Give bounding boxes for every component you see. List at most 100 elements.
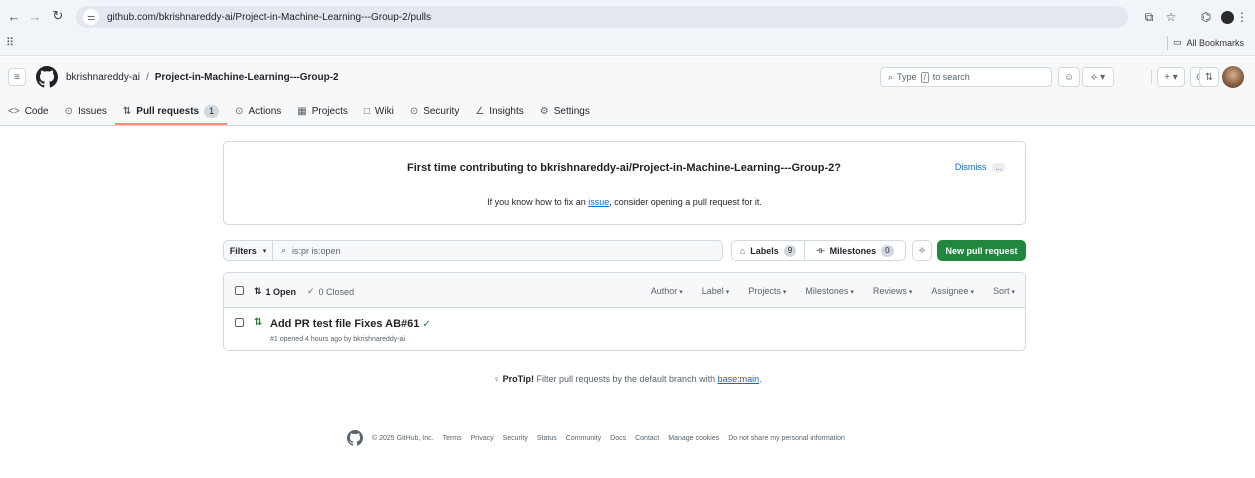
tab-actions-label: Actions: [248, 105, 282, 117]
chevron-down-icon: ▾: [782, 289, 787, 296]
pr-title-link[interactable]: Add PR test file Fixes AB#61 ✓: [270, 318, 431, 330]
menu-dots-icon[interactable]: ⋮: [1236, 8, 1248, 26]
search-suffix: to search: [932, 72, 970, 82]
footer-link-privacy[interactable]: Privacy: [471, 435, 494, 442]
footer-link-do-not-share[interactable]: Do not share my personal information: [728, 435, 845, 442]
search-prefix: Type: [897, 72, 917, 82]
tab-security[interactable]: ⊙ Security: [402, 97, 468, 125]
search-shortcut-key: /: [920, 71, 929, 83]
chevron-down-icon: ▾: [262, 247, 267, 255]
pull-requests-icon[interactable]: ⇅: [1199, 67, 1219, 87]
assignee-menu[interactable]: Assignee ▾: [931, 286, 974, 296]
copilot-dropdown-button[interactable]: ⟡ ▾: [1082, 67, 1114, 87]
light-bulb-icon: ♀: [493, 374, 501, 384]
protip-text: Filter pull requests by the default bran…: [536, 374, 716, 384]
sort-menu[interactable]: Sort ▾: [993, 286, 1015, 296]
copilot-icon[interactable]: ☺: [1058, 67, 1080, 87]
select-all-checkbox[interactable]: [235, 286, 244, 295]
github-logo-icon[interactable]: [347, 430, 363, 446]
repo-owner-link[interactable]: bkrishnareddy-ai: [66, 72, 140, 83]
protip-label: ProTip!: [502, 374, 534, 384]
site-settings-icon[interactable]: ⚌: [83, 9, 99, 25]
footer-link-docs[interactable]: Docs: [610, 435, 626, 442]
repo-name-link[interactable]: Project-in-Machine-Learning---Group-2: [155, 72, 339, 83]
footer-link-community[interactable]: Community: [566, 435, 601, 442]
footer-link-manage-cookies[interactable]: Manage cookies: [668, 435, 719, 442]
play-icon: ⊙: [235, 105, 244, 117]
open-count-label: 1 Open: [265, 286, 297, 297]
new-pull-request-button[interactable]: New pull request: [937, 240, 1026, 261]
tab-projects[interactable]: ▦ Projects: [289, 97, 356, 125]
create-new-button[interactable]: + ▾: [1157, 67, 1185, 87]
closed-filter-link[interactable]: ✓ 0 Closed: [307, 286, 354, 297]
tab-insights-label: Insights: [489, 105, 524, 117]
back-arrow-icon[interactable]: ←: [5, 7, 23, 25]
all-bookmarks-label: All Bookmarks: [1186, 37, 1244, 48]
closed-count-label: 0 Closed: [318, 286, 355, 297]
sort-menus: Author ▾ Label ▾ Projects ▾ Milestones ▾ Rev…: [651, 286, 1015, 296]
address-bar[interactable]: ⚌ github.com/bkrishnareddy-ai/Project-in…: [76, 6, 1128, 28]
install-app-icon[interactable]: ⧉: [1141, 8, 1157, 26]
profile-icon[interactable]: [1219, 8, 1235, 26]
labels-button[interactable]: ⌂ Labels 9: [731, 240, 805, 261]
label-menu[interactable]: Label ▾: [702, 286, 730, 296]
filter-query: is:pr is:open: [292, 245, 341, 256]
kebab-icon: ...: [992, 162, 1005, 172]
search-icon: ⌕: [281, 245, 287, 255]
graph-icon: ∠: [475, 105, 485, 117]
copilot-icon[interactable]: ⟡: [912, 240, 932, 261]
tab-pull-requests[interactable]: ⇅ Pull requests 1: [114, 97, 228, 125]
tab-issues[interactable]: ⊙ Issues: [57, 97, 115, 125]
tab-settings[interactable]: ⚙ Settings: [532, 97, 598, 125]
forward-arrow-icon[interactable]: →: [26, 7, 44, 25]
bookmark-star-icon[interactable]: ☆: [1163, 8, 1179, 26]
tag-icon: ⌂: [739, 245, 746, 256]
open-filter-link[interactable]: ⇅ 1 Open: [254, 286, 296, 297]
tab-settings-label: Settings: [553, 105, 590, 117]
issue-opened-icon: ⊙: [64, 105, 73, 117]
author-menu[interactable]: Author ▾: [651, 286, 683, 296]
filter-search-input[interactable]: ⌕ is:pr is:open: [272, 240, 723, 261]
footer: © 2025 GitHub, Inc. Terms Privacy Securi…: [347, 430, 845, 446]
banner-sub-suffix: , consider opening a pull request for it…: [609, 197, 762, 207]
tab-actions[interactable]: ⊙ Actions: [227, 97, 289, 125]
repo-tabs: <> Code ⊙ Issues ⇅ Pull requests 1 ⊙ Actions …: [0, 97, 598, 125]
footer-link-status[interactable]: Status: [537, 435, 557, 442]
git-pull-request-icon: ⇅: [122, 105, 132, 117]
reviews-menu[interactable]: Reviews ▾: [873, 286, 913, 296]
label-menu-label: Label: [701, 286, 724, 296]
issue-link[interactable]: issue: [588, 197, 609, 207]
apps-grid-icon[interactable]: ⠿: [6, 36, 14, 49]
github-logo-icon[interactable]: [36, 66, 58, 88]
pr-title-text: Add PR test file Fixes AB#61: [270, 318, 420, 330]
browser-chrome: ← → ↻ ⚌ github.com/bkrishnareddy-ai/Proj…: [0, 0, 1255, 56]
footer-link-security[interactable]: Security: [503, 435, 528, 442]
tab-code[interactable]: <> Code: [0, 97, 57, 125]
chevron-down-icon: ▾: [850, 289, 854, 296]
tab-wiki[interactable]: □ Wiki: [356, 97, 402, 125]
tab-issues-label: Issues: [77, 105, 107, 117]
tab-pull-requests-label: Pull requests: [136, 105, 200, 117]
milestones-menu[interactable]: Milestones ▾: [805, 286, 854, 296]
reload-icon[interactable]: ↻: [49, 7, 67, 25]
git-pull-request-icon: ⇅: [254, 317, 263, 328]
footer-link-terms[interactable]: Terms: [443, 435, 462, 442]
tab-insights[interactable]: ∠ Insights: [467, 97, 531, 125]
filters-dropdown-button[interactable]: Filters ▾: [223, 240, 273, 261]
check-icon[interactable]: ✓: [422, 319, 430, 330]
extensions-icon[interactable]: ⌬: [1198, 8, 1214, 26]
sort-menu-label: Sort: [992, 286, 1010, 296]
all-bookmarks-button[interactable]: ▭ All Bookmarks: [1173, 37, 1244, 48]
footer-link-contact[interactable]: Contact: [635, 435, 659, 442]
git-pull-request-icon: ⇅: [254, 286, 262, 296]
pr-checkbox[interactable]: [235, 318, 244, 327]
hamburger-menu-icon[interactable]: ≡: [8, 68, 26, 86]
avatar[interactable]: [1222, 66, 1244, 88]
banner-title: First time contributing to bkrishnareddy…: [407, 162, 841, 174]
dismiss-button[interactable]: Dismiss ...: [955, 162, 1005, 172]
milestones-button[interactable]: ⟛ Milestones 0: [804, 240, 906, 261]
tab-security-label: Security: [423, 105, 460, 117]
search-input[interactable]: ⌕ Type / to search: [880, 67, 1052, 87]
projects-menu[interactable]: Projects ▾: [748, 286, 786, 296]
base-main-link[interactable]: base:main: [718, 374, 760, 384]
